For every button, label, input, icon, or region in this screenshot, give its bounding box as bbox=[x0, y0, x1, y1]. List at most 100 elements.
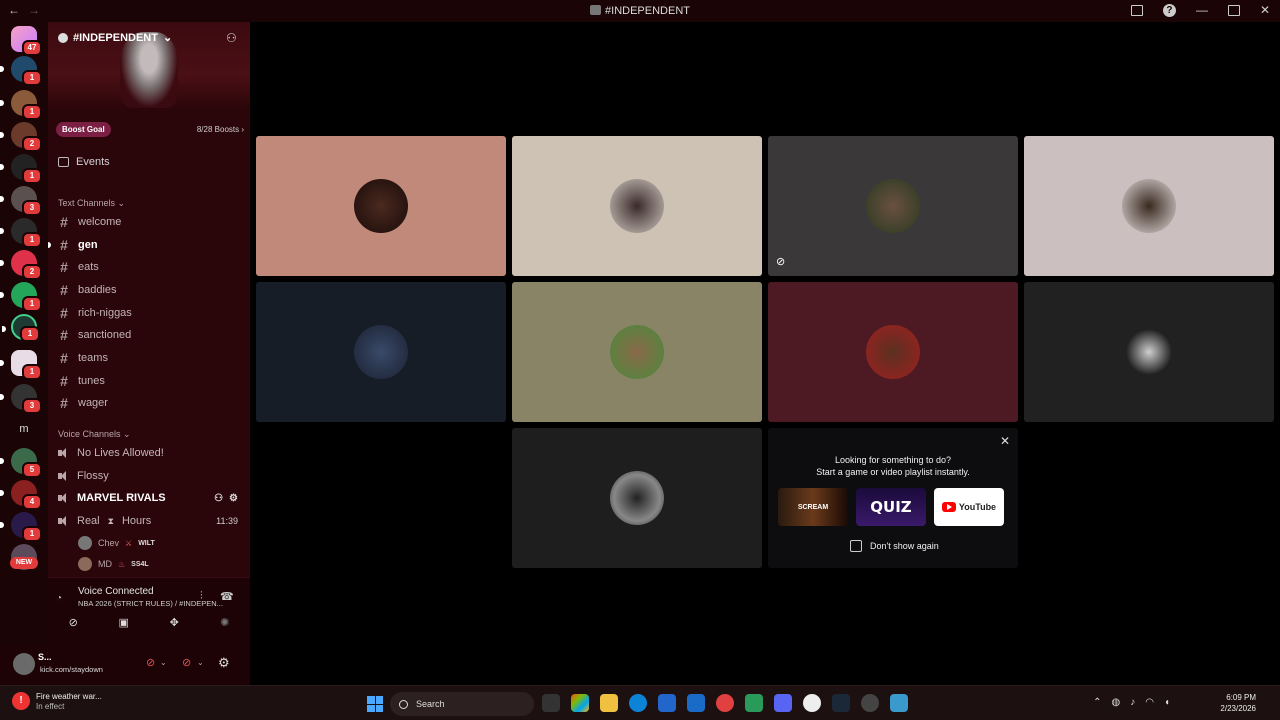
server-icon[interactable]: 2 bbox=[0, 122, 42, 152]
weather-widget[interactable]: ! Fire weather war... In effect bbox=[12, 692, 102, 712]
mic-muted-icon[interactable]: ⊘ bbox=[146, 656, 155, 669]
copilot-icon[interactable] bbox=[571, 694, 589, 712]
server-icon[interactable]: 1 bbox=[0, 56, 42, 86]
server-icon[interactable]: 5 bbox=[0, 448, 42, 478]
maximize-button[interactable] bbox=[1227, 4, 1240, 16]
volume-icon[interactable]: ◖ bbox=[1164, 697, 1170, 708]
chevron-down-icon[interactable]: ⌄ bbox=[160, 658, 167, 667]
outlook-icon[interactable] bbox=[687, 694, 705, 712]
taskbar-search[interactable]: Search bbox=[390, 692, 534, 716]
server-icon[interactable]: 1 bbox=[2, 314, 40, 342]
server-icon[interactable]: 3 bbox=[0, 186, 42, 216]
channel-teams[interactable]: # teams bbox=[58, 351, 238, 365]
participant-tile[interactable] bbox=[256, 282, 506, 422]
direct-messages-button[interactable]: 47 bbox=[11, 26, 42, 56]
voice-channel[interactable]: No Lives Allowed! bbox=[58, 447, 238, 459]
invite-people-icon[interactable]: ⚇ bbox=[226, 31, 240, 45]
discord-icon[interactable] bbox=[774, 694, 792, 712]
channel-sanctioned[interactable]: # sanctioned bbox=[58, 328, 238, 342]
microphone-icon[interactable]: ♪ bbox=[1130, 697, 1135, 708]
activity-scream[interactable]: SCREAM bbox=[778, 488, 848, 526]
noise-suppression-icon[interactable]: ⫶ bbox=[200, 590, 203, 603]
server-icon[interactable]: 1 bbox=[0, 154, 42, 184]
invite-icon[interactable]: ⚇ bbox=[214, 493, 223, 504]
chrome-icon[interactable] bbox=[716, 694, 734, 712]
channel-tunes[interactable]: # tunes bbox=[58, 374, 238, 388]
channel-welcome[interactable]: # welcome bbox=[58, 214, 238, 230]
wifi-icon[interactable]: ◠ bbox=[1145, 697, 1154, 708]
inbox-icon[interactable] bbox=[1130, 4, 1143, 16]
activity-quiz[interactable]: QUIZ bbox=[856, 488, 926, 526]
participant-tile[interactable] bbox=[512, 282, 762, 422]
checkbox-box[interactable] bbox=[850, 540, 862, 552]
channel-rich[interactable]: # rich-niggas bbox=[58, 306, 238, 320]
participant-tile[interactable] bbox=[256, 136, 506, 276]
hidden-video-icon[interactable]: ⊘ bbox=[776, 255, 785, 268]
channel-eats[interactable]: # eats bbox=[58, 260, 238, 274]
help-icon[interactable]: ? bbox=[1162, 3, 1176, 17]
settings-gear-icon[interactable]: ⚙ bbox=[218, 655, 230, 671]
participant-tile[interactable] bbox=[1024, 282, 1274, 422]
edge-icon[interactable] bbox=[629, 694, 647, 712]
avatar[interactable] bbox=[13, 653, 35, 675]
server-icon[interactable]: m bbox=[11, 416, 37, 442]
voice-actions: ⊘ ▣ ✥ ✺ bbox=[48, 616, 250, 630]
soundboard-icon[interactable]: ✺ bbox=[217, 616, 233, 630]
dont-show-again-checkbox[interactable]: Don't show again bbox=[850, 540, 939, 552]
chevron-down-icon[interactable]: ⌄ bbox=[197, 658, 204, 667]
deafened-icon[interactable]: ⊘ bbox=[182, 656, 191, 669]
activities-icon[interactable]: ✥ bbox=[166, 616, 182, 630]
gamepass-icon[interactable] bbox=[745, 694, 763, 712]
channel-baddies[interactable]: # baddies bbox=[58, 283, 238, 297]
app-icon[interactable] bbox=[861, 694, 879, 712]
events-item[interactable]: Events bbox=[58, 156, 110, 168]
gear-icon[interactable]: ⚙ bbox=[229, 493, 238, 504]
hash-icon: # bbox=[60, 214, 68, 230]
voice-channel-marvel-rivals[interactable]: MARVEL RIVALS ⚇ ⚙ bbox=[58, 492, 238, 504]
notepad-icon[interactable] bbox=[890, 694, 908, 712]
store-icon[interactable] bbox=[658, 694, 676, 712]
voice-channel-real-hours[interactable]: Real ⧗ Hours 11:39 bbox=[58, 515, 238, 527]
steam-icon[interactable] bbox=[832, 694, 850, 712]
server-icon[interactable]: 1 bbox=[0, 512, 42, 542]
signal-icon[interactable]: ◔ bbox=[56, 593, 62, 604]
voice-user[interactable]: Chev ⚔ WILT bbox=[78, 536, 155, 550]
channel-wager[interactable]: # wager bbox=[58, 396, 238, 410]
tray-app-icon[interactable]: ◍ bbox=[1111, 697, 1120, 708]
boost-goal-bar[interactable]: Boost Goal 8/28 Boosts › bbox=[56, 120, 244, 138]
app-icon[interactable] bbox=[803, 694, 821, 712]
participant-tile[interactable] bbox=[768, 282, 1018, 422]
text-channels-header[interactable]: Text Channels ⌄ bbox=[58, 198, 125, 209]
clock[interactable]: 6:09 PM 2/23/2026 bbox=[1220, 692, 1256, 714]
screen-share-icon[interactable]: ▣ bbox=[116, 616, 132, 630]
voice-channel[interactable]: Flossy bbox=[58, 470, 238, 482]
file-explorer-icon[interactable] bbox=[600, 694, 618, 712]
participant-tile[interactable] bbox=[1024, 136, 1274, 276]
server-icon[interactable]: 2 bbox=[0, 250, 42, 280]
start-button[interactable] bbox=[367, 696, 383, 712]
camera-off-icon[interactable]: ⊘ bbox=[65, 616, 81, 630]
server-name-dropdown[interactable]: #INDEPENDENT ⌄ bbox=[58, 31, 172, 44]
server-icon[interactable]: 1 bbox=[0, 282, 42, 312]
chevron-up-icon[interactable]: ⌃ bbox=[1093, 697, 1101, 708]
disconnect-icon[interactable]: ☎ bbox=[220, 590, 234, 603]
participant-tile[interactable] bbox=[512, 428, 762, 568]
participant-tile[interactable]: ⊘ bbox=[768, 136, 1018, 276]
voice-user[interactable]: MD ♨ SS4L bbox=[78, 557, 149, 571]
server-icon[interactable]: 3 bbox=[0, 384, 42, 414]
activity-youtube[interactable]: YouTube bbox=[934, 488, 1004, 526]
minimize-button[interactable]: — bbox=[1196, 3, 1208, 17]
unread-badge: 4 bbox=[22, 494, 42, 510]
user-tag: WILT bbox=[138, 539, 155, 547]
server-icon[interactable]: 4 bbox=[0, 480, 42, 510]
server-icon[interactable]: 1 bbox=[0, 350, 42, 380]
server-icon[interactable]: 1 bbox=[0, 90, 42, 120]
channel-gen[interactable]: # gen bbox=[58, 238, 238, 252]
server-icon[interactable]: 1 bbox=[0, 218, 42, 248]
voice-channels-header[interactable]: Voice Channels ⌄ bbox=[58, 429, 131, 440]
close-window-button[interactable]: ✕ bbox=[1260, 3, 1270, 17]
task-view-icon[interactable] bbox=[542, 694, 560, 712]
voice-connected-panel: ◔ Voice Connected NBA 2026 (STRICT RULES… bbox=[48, 577, 250, 645]
participant-tile[interactable] bbox=[512, 136, 762, 276]
close-icon[interactable]: ✕ bbox=[1000, 434, 1010, 448]
